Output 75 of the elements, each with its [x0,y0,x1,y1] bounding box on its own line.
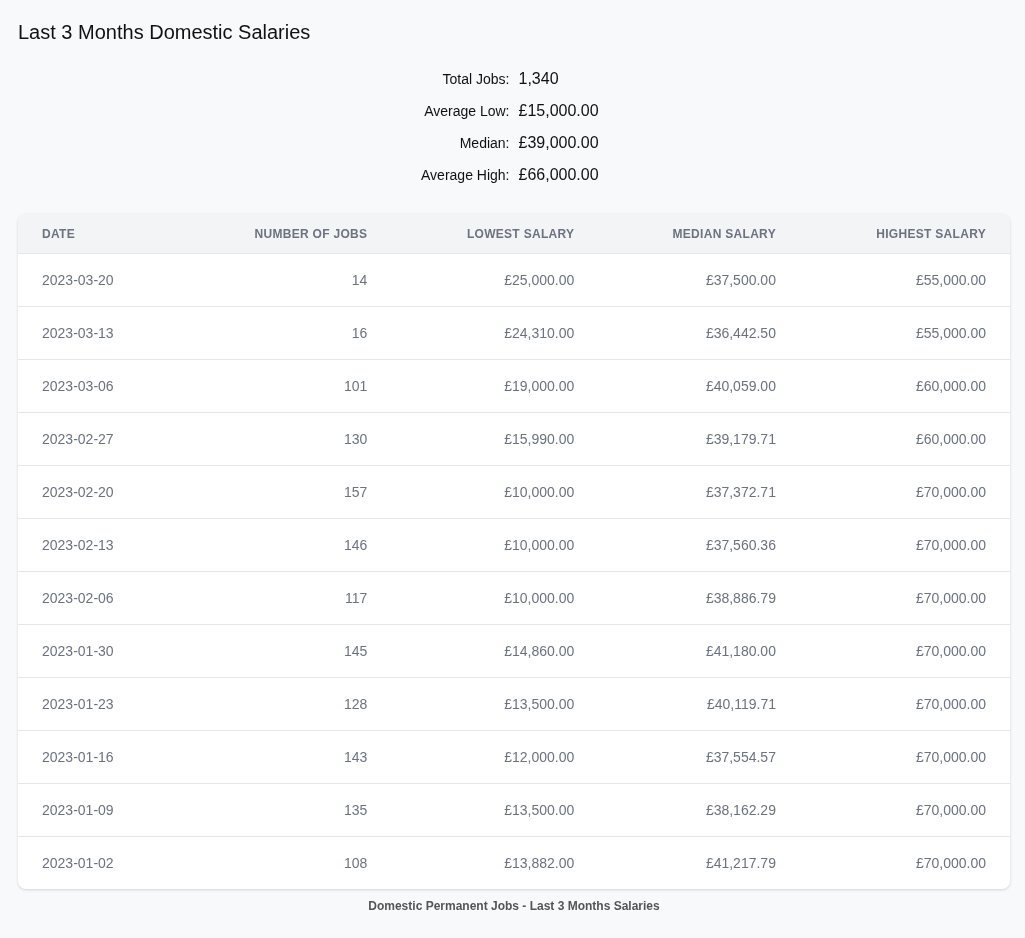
table-cell: £37,554.57 [598,730,800,784]
summary-label: Average Low: [424,103,510,119]
table-cell: 146 [177,518,392,572]
table-cell: £70,000.00 [799,624,1010,678]
table-cell: £12,000.00 [391,730,599,784]
table-cell: 130 [177,412,392,466]
table-cell: £24,310.00 [391,306,599,360]
column-header: DATE [18,214,178,254]
table-cell: £14,860.00 [391,624,599,678]
table-cell: 16 [177,306,392,360]
table-cell: £10,000.00 [391,571,599,625]
table-cell: 108 [177,836,392,889]
table-cell: 145 [177,624,392,678]
table-cell: £55,000.00 [799,253,1010,307]
table-cell: £39,179.71 [598,412,800,466]
column-header: NUMBER OF JOBS [177,214,392,254]
summary-label: Median: [459,135,510,151]
table-cell: 2023-03-06 [18,359,178,413]
table-cell: £70,000.00 [799,571,1010,625]
table-cell: £60,000.00 [799,359,1010,413]
table-cell: 2023-01-16 [18,730,178,784]
summary-value: £66,000.00 [518,166,599,183]
table-cell: £41,180.00 [598,624,800,678]
summary-label: Total Jobs: [442,71,510,87]
table-cell: £37,560.36 [598,518,800,572]
table-caption: Domestic Permanent Jobs - Last 3 Months Salaries [367,899,661,913]
table-cell: 2023-01-23 [18,677,178,731]
table-cell: £55,000.00 [799,306,1010,360]
table-cell: 2023-02-06 [18,571,178,625]
table-cell: 2023-02-27 [18,412,178,466]
table-cell: £41,217.79 [598,836,800,889]
table-cell: £60,000.00 [799,412,1010,466]
table-cell: 128 [177,677,392,731]
table-cell: 2023-02-20 [18,465,178,519]
table-cell: £40,119.71 [598,677,800,731]
table-cell: 117 [177,571,392,625]
table-cell: 2023-02-13 [18,518,178,572]
page-title: Last 3 Months Domestic Salaries [18,20,312,44]
summary-value: 1,340 [518,70,559,87]
table-cell: £70,000.00 [799,518,1010,572]
table-cell: 101 [177,359,392,413]
table-cell: £10,000.00 [391,465,599,519]
table-cell: £13,500.00 [391,783,599,837]
table-cell: £70,000.00 [799,677,1010,731]
table-cell: 135 [177,783,392,837]
table-cell: 143 [177,730,392,784]
table-cell: £70,000.00 [799,730,1010,784]
table-cell: £13,500.00 [391,677,599,731]
column-header: HIGHEST SALARY [799,214,1010,254]
table-cell: 2023-01-02 [18,836,178,889]
table-cell: 157 [177,465,392,519]
table-cell: 2023-01-30 [18,624,178,678]
table-cell: £70,000.00 [799,465,1010,519]
summary-value: £15,000.00 [518,102,599,119]
table-cell: £13,882.00 [391,836,599,889]
table-cell: £19,000.00 [391,359,599,413]
table-cell: £38,886.79 [598,571,800,625]
column-header: MEDIAN SALARY [598,214,800,254]
table-cell: 2023-03-20 [18,253,178,307]
table-cell: £70,000.00 [799,783,1010,837]
table-cell: £10,000.00 [391,518,599,572]
summary-label: Average High: [421,167,510,183]
table-cell: £38,162.29 [598,783,800,837]
table-cell: 2023-01-09 [18,783,178,837]
column-header: LOWEST SALARY [391,214,599,254]
table-cell: £25,000.00 [391,253,599,307]
table-cell: £40,059.00 [598,359,800,413]
table-cell: £36,442.50 [598,306,800,360]
table-cell: £70,000.00 [799,836,1010,889]
table-cell: £15,990.00 [391,412,599,466]
summary-value: £39,000.00 [518,134,599,151]
table-cell: 2023-03-13 [18,306,178,360]
table-cell: 14 [177,253,392,307]
table-cell: £37,500.00 [598,253,800,307]
table-cell: £37,372.71 [598,465,800,519]
